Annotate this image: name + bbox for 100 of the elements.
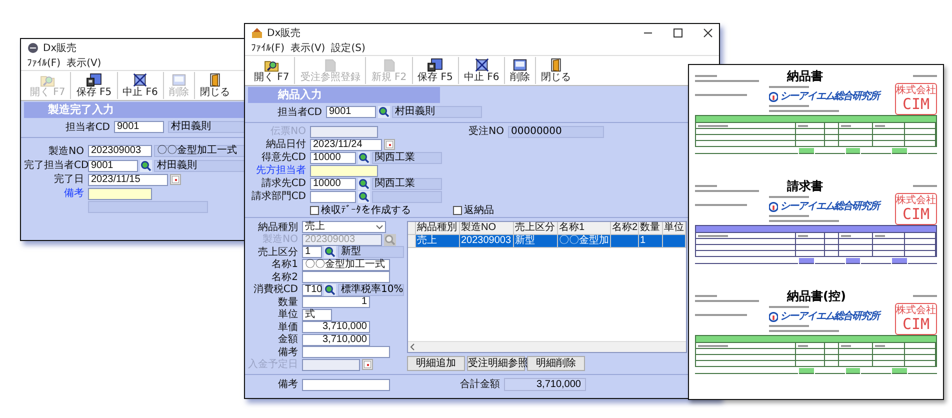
text-line [769,325,809,327]
search-icon[interactable] [358,178,370,190]
table-cell: 202309003 [460,235,514,248]
stamp-text: CIM [902,206,930,222]
input-field[interactable] [310,164,378,176]
calendar-button[interactable] [384,139,395,150]
field-label: 完了日 [53,174,85,185]
input-field[interactable] [302,346,390,358]
field-label: 備考 [63,188,85,199]
toolbar-button[interactable]: 閉じる [194,72,235,99]
input-field[interactable] [88,188,152,200]
field-label: 名称2 [270,272,299,283]
input-field[interactable]: 3,710,000 [302,321,370,334]
maximize-icon[interactable] [673,28,683,38]
close-icon[interactable] [703,28,713,38]
field-label: 備考 [277,346,299,358]
total-amount: 3,710,000 [504,378,586,391]
table-cell: 新型 [514,235,558,248]
toolbar-button[interactable]: 削除 [505,57,536,84]
field-label: 数量 [277,296,299,308]
field-label: 消費税CD [252,284,299,296]
page-stack-icon [512,58,528,72]
toolbar-button[interactable]: 保存 F5 [71,72,118,99]
search-icon[interactable] [358,190,370,202]
input-field[interactable]: 〇〇金型加工一式 [302,258,390,271]
page-stack-icon [170,73,187,87]
menu-item[interactable]: 設定(S) [331,42,366,54]
toolbar-button[interactable]: 開く F7 [249,57,296,84]
input-field[interactable]: 1 [302,296,370,308]
field-label: 合計金額 [459,379,501,390]
toolbar-button[interactable]: 中止 F6 [458,57,506,84]
input-field[interactable]: 10000 [310,152,356,164]
input-field[interactable]: 2023/11/15 [88,174,168,186]
toolbar-button[interactable]: 保存 F5 [412,57,459,84]
column-header[interactable]: 納品種別 [416,222,460,235]
input-field[interactable]: 9001 [326,106,376,118]
text-line [913,75,937,77]
field-label: 得意先CD [260,152,307,163]
checkbox[interactable]: 検収ﾃﾞｰﾀを作成する [310,204,411,216]
column-header[interactable]: 名称2 [611,222,639,235]
toolbar-button[interactable]: 中止 F6 [118,72,164,99]
search-icon[interactable] [324,284,336,296]
input-field[interactable] [310,190,356,202]
text-line [695,314,747,316]
input-field[interactable] [302,378,390,390]
order-number-display: 00000000 [508,126,604,138]
text-line [769,105,809,107]
folder-icon [38,73,57,87]
name-display: 関西工業 [372,152,442,164]
column-header[interactable]: 単位 [663,222,686,235]
stamp-text: CIM [902,316,930,332]
field-label: 請求先CD [260,178,307,189]
calendar-button[interactable] [362,359,373,370]
input-field[interactable]: 3,710,000 [302,334,370,346]
menu-item[interactable]: ﾌｧｲﾙ(F) [251,42,285,54]
column-header[interactable]: 名称1 [558,222,611,235]
menu-item[interactable]: ﾌｧｲﾙ(F) [27,58,61,70]
horizontal-scrollbar[interactable] [408,341,686,352]
column-header[interactable]: 売上区分 [514,222,558,235]
text-line [769,196,809,198]
input-field[interactable]: 2023/11/24 [310,138,382,150]
text-line [769,220,839,222]
search-icon[interactable] [324,246,336,258]
app-icon [27,42,39,54]
text-line [913,185,937,187]
checkbox[interactable]: 返納品 [453,204,494,216]
input-field[interactable]: 10000 [310,178,356,190]
calendar-button[interactable] [170,174,181,185]
form-title: 納品入力 [248,87,440,103]
text-line [698,234,728,236]
field-label: 備考 [277,379,299,390]
field-label: 受注NO [468,126,505,137]
search-icon[interactable] [378,106,390,118]
dropdown[interactable]: 売上 [302,221,386,234]
button[interactable]: 明細削除 [527,356,585,371]
search-icon[interactable] [358,152,370,164]
input-field[interactable]: 9001 [114,121,164,133]
field-label: 金額 [277,334,299,346]
field-label: 単価 [277,322,299,333]
toolbar-button[interactable]: 閉じる [536,57,576,84]
table-row[interactable]: 売上 202309003 新型 〇〇金型加 1 [408,235,686,248]
search-icon[interactable] [140,160,152,172]
input-field[interactable]: T10 [302,284,322,296]
logo-icon [769,312,778,322]
page-icon [382,58,396,72]
window-title: Dx販売 [43,42,77,55]
text-line [695,204,747,206]
button[interactable]: 受注明細参照 [467,356,525,371]
button[interactable]: 明細追加 [407,356,465,371]
input-field[interactable]: 1 [302,246,322,258]
column-header[interactable]: 製造NO [460,222,514,235]
input-field[interactable] [302,271,390,284]
column-header[interactable]: 数量 [639,222,663,235]
logo-text: シーアイエム総合研究所 [780,91,879,102]
stamp-text: 株式会社 [896,306,936,316]
menu-item[interactable]: 表示(V) [66,58,102,70]
input-field[interactable]: 202309003 [88,145,152,157]
menu-item[interactable]: 表示(V) [290,42,326,54]
input-field[interactable]: 9001 [88,160,138,172]
input-field[interactable]: 式 [302,308,332,321]
